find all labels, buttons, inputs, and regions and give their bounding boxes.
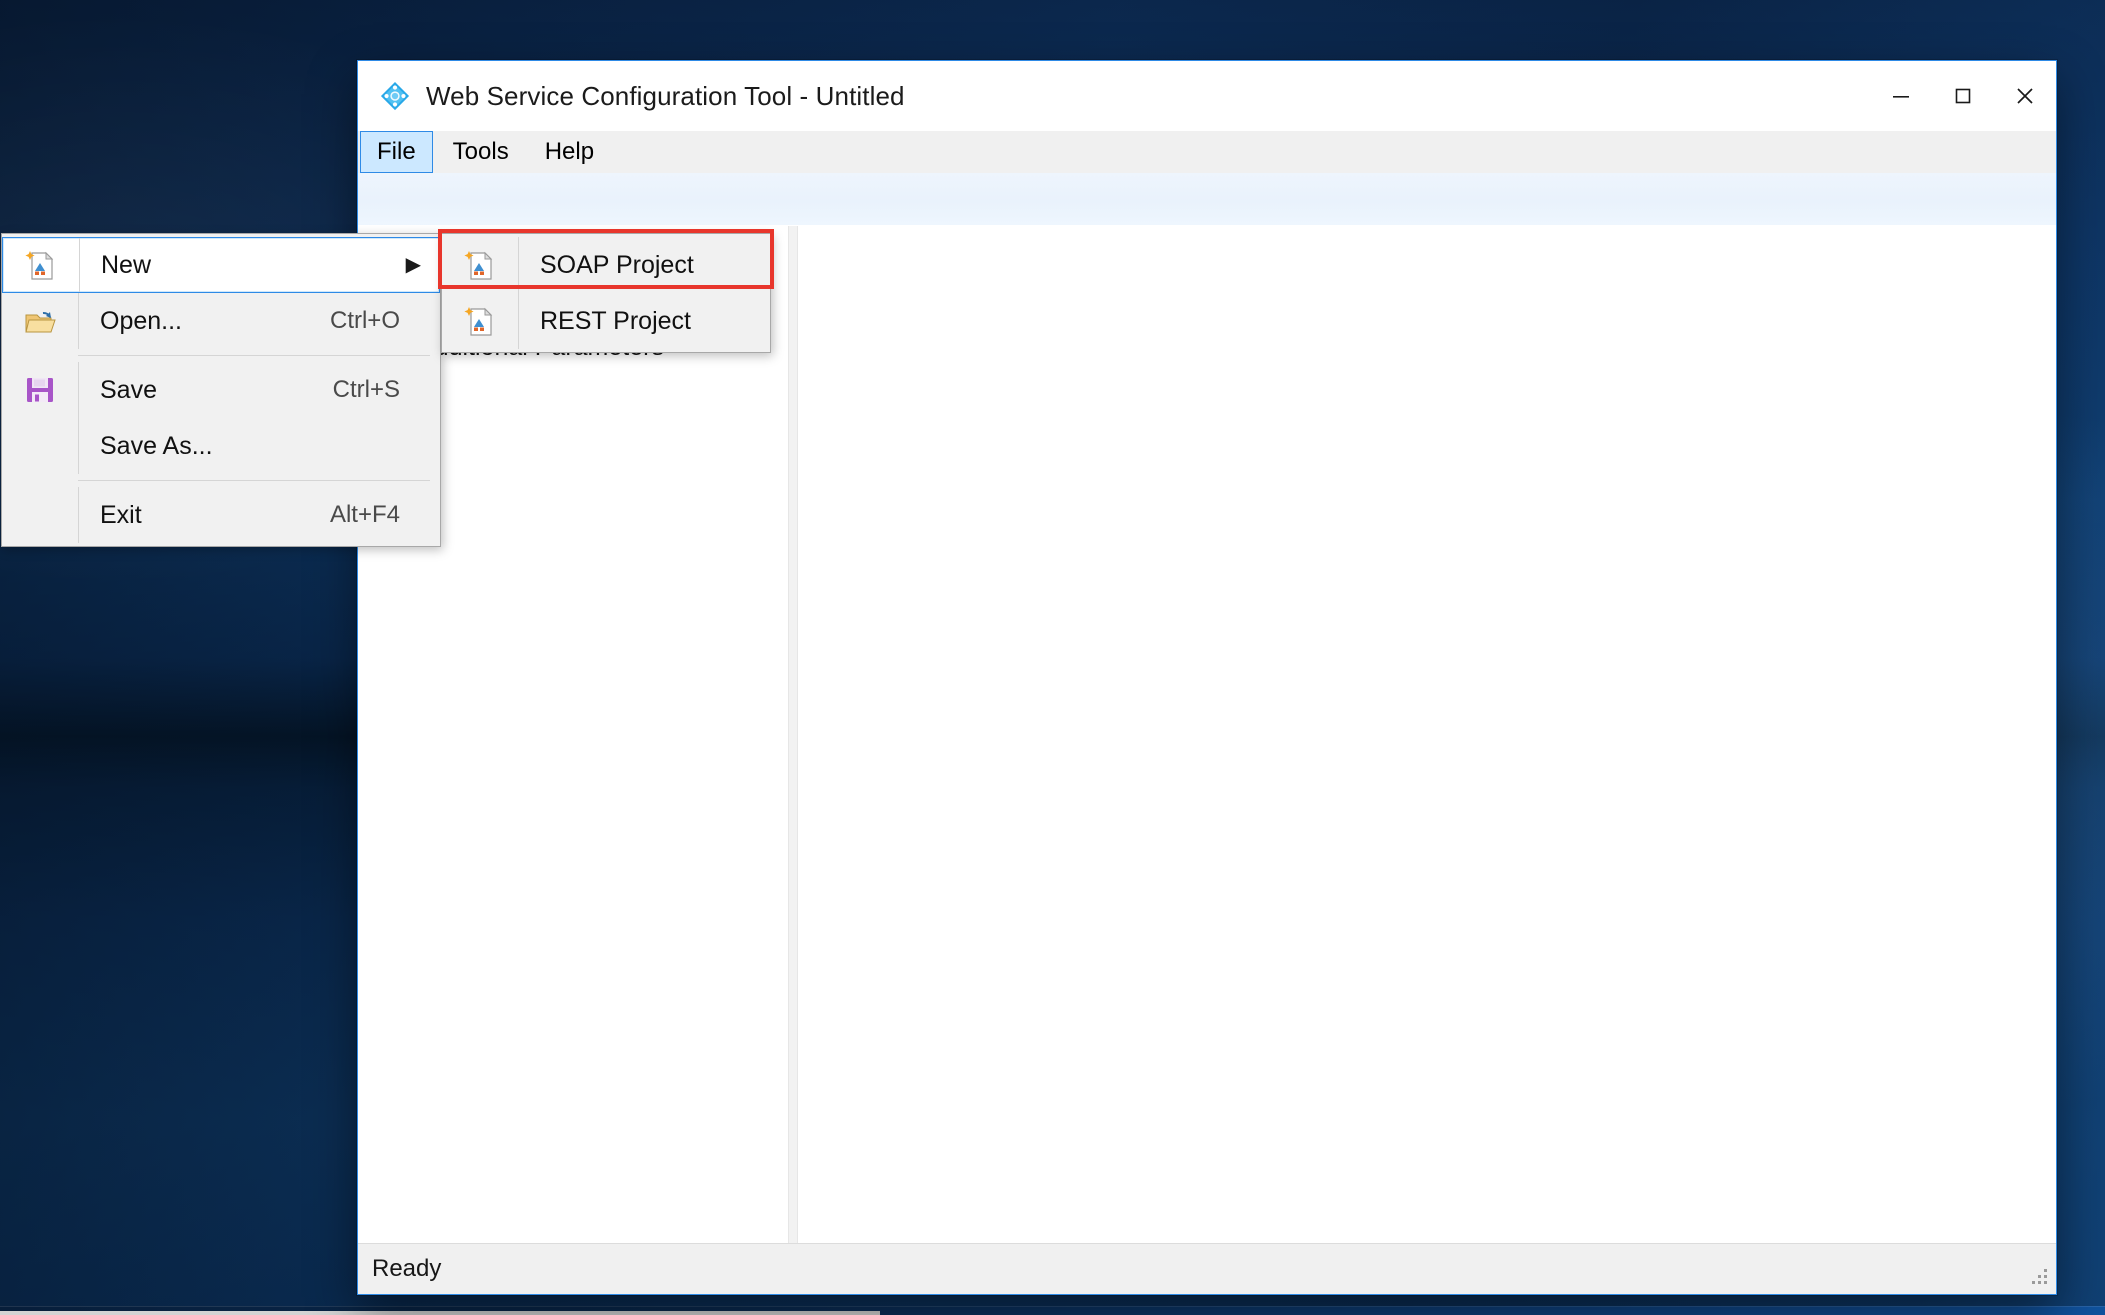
menu-file-label: File	[377, 138, 416, 165]
desktop-background: Web Service Configuration Tool - Untitle…	[0, 0, 2105, 1315]
menu-item-icon-cell	[2, 373, 78, 407]
menu-icon-divider	[518, 237, 519, 293]
menu-item-icon-cell	[2, 304, 78, 338]
minimize-button[interactable]	[1870, 61, 1932, 131]
submenu-item-label: REST Project	[540, 306, 691, 335]
menu-icon-divider	[79, 238, 80, 292]
detail-panel	[798, 226, 2056, 1243]
menu-item-save[interactable]: Save Ctrl+S	[2, 362, 440, 418]
diamond-app-icon	[380, 81, 410, 111]
menu-icon-divider	[78, 418, 79, 474]
menu-file[interactable]: File	[360, 131, 433, 173]
menu-item-shortcut: Alt+F4	[329, 501, 400, 528]
menu-item-shortcut: Ctrl+S	[332, 376, 400, 403]
application-window: Web Service Configuration Tool - Untitle…	[1, 60, 2057, 1295]
status-text: Ready	[372, 1255, 442, 1282]
menu-item-exit[interactable]: Exit Alt+F4	[2, 487, 440, 543]
maximize-button[interactable]	[1932, 61, 1994, 131]
menu-item-open[interactable]: Open... Ctrl+O	[2, 293, 440, 349]
menu-item-label: Save	[100, 375, 157, 404]
menu-help-label: Help	[544, 138, 595, 165]
panel-splitter[interactable]	[788, 226, 798, 1243]
menu-item-new[interactable]: New ▶	[2, 237, 440, 293]
menu-item-icon-cell	[3, 248, 79, 282]
menu-help[interactable]: Help	[529, 131, 610, 173]
new-document-icon	[464, 307, 493, 336]
menu-icon-divider	[78, 487, 79, 543]
window-controls	[1870, 61, 2056, 131]
new-document-icon	[464, 251, 493, 280]
window-title: Web Service Configuration Tool - Untitle…	[426, 80, 905, 111]
chevron-right-icon: ▶	[405, 254, 421, 276]
menu-item-save-as[interactable]: Save As...	[2, 418, 440, 474]
resize-grip[interactable]	[2024, 1263, 2050, 1289]
menu-item-shortcut: Ctrl+O	[329, 307, 400, 334]
file-dropdown-menu: New ▶ Open... Ctrl+O Save Ctrl+S Save As…	[1, 233, 441, 547]
menu-icon-divider	[78, 362, 79, 418]
toolbar-strip	[358, 173, 2056, 226]
menu-separator	[78, 355, 430, 356]
menu-icon-divider	[78, 293, 79, 349]
menu-tools[interactable]: Tools	[437, 131, 525, 173]
menu-item-label: Open...	[100, 306, 182, 335]
menu-item-label: Save As...	[100, 431, 213, 460]
new-submenu: SOAP Project REST Project	[441, 233, 771, 353]
save-floppy-icon	[27, 378, 53, 402]
close-icon	[2017, 88, 2033, 104]
menu-separator	[78, 480, 430, 481]
close-button[interactable]	[1994, 61, 2056, 131]
maximize-icon	[1955, 88, 1971, 104]
menu-item-label: Exit	[100, 500, 142, 529]
menu-item-label: New	[101, 250, 152, 279]
submenu-item-soap-project[interactable]: SOAP Project	[442, 237, 770, 293]
title-bar[interactable]: Web Service Configuration Tool - Untitle…	[358, 61, 2056, 131]
menu-tools-label: Tools	[452, 138, 509, 165]
content-area: Object Types Test Connection	[358, 226, 2056, 1243]
menu-item-icon-cell	[442, 248, 518, 282]
minimize-icon	[1893, 96, 1909, 98]
new-document-icon	[25, 251, 54, 280]
taskbar[interactable]	[0, 1306, 2105, 1315]
status-bar: Ready	[358, 1243, 2056, 1294]
menu-bar: File Tools Help	[358, 131, 2056, 173]
submenu-item-rest-project[interactable]: REST Project	[442, 293, 770, 349]
menu-icon-divider	[518, 293, 519, 349]
submenu-item-label: SOAP Project	[540, 250, 694, 279]
menu-item-icon-cell	[442, 304, 518, 338]
open-folder-icon	[25, 312, 56, 333]
taskbar-active-item[interactable]	[0, 1311, 880, 1315]
